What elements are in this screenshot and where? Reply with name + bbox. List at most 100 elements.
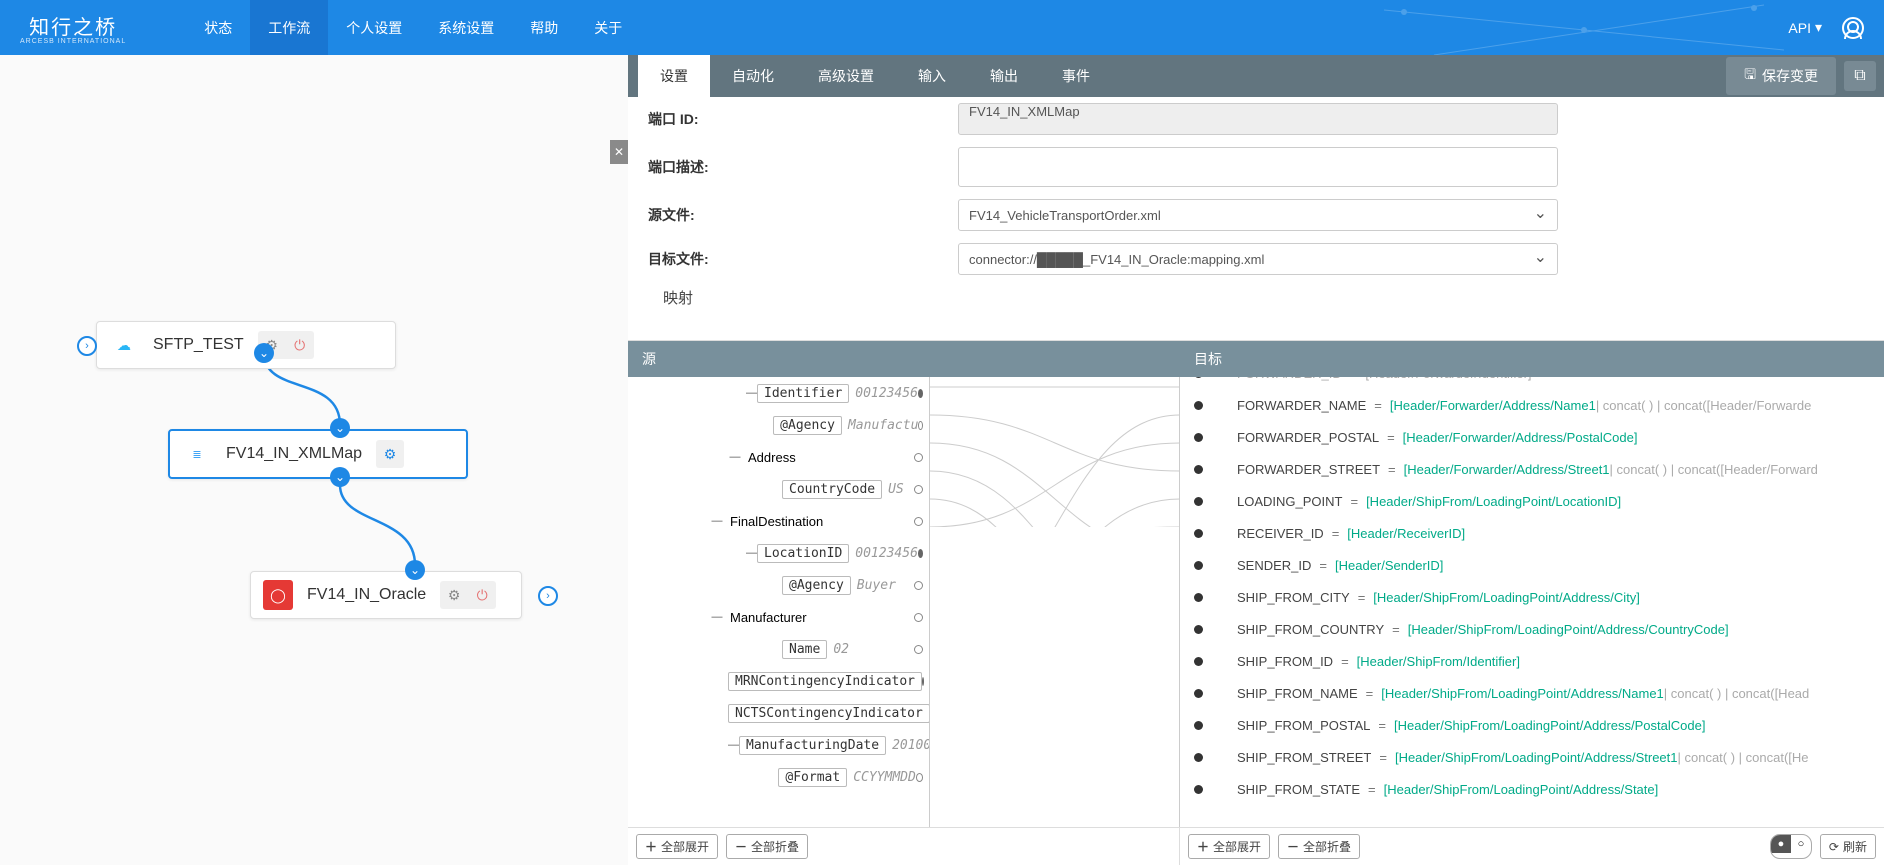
tree-toggle-icon[interactable]: — xyxy=(710,611,724,623)
tree-row[interactable]: —ManufacturingDate20100 xyxy=(628,729,929,761)
user-icon[interactable] xyxy=(1842,17,1864,39)
gear-icon[interactable]: ⚙ xyxy=(443,584,465,606)
target-row[interactable]: RECEIVER_ID = [Header/ReceiverID] xyxy=(1180,517,1884,549)
connection-dot[interactable] xyxy=(1194,377,1203,378)
tab-5[interactable]: 事件 xyxy=(1040,55,1112,97)
port-out-right[interactable]: › xyxy=(538,586,558,606)
connection-dot[interactable] xyxy=(918,421,923,430)
tab-3[interactable]: 输入 xyxy=(896,55,968,97)
connection-dot[interactable] xyxy=(918,549,923,558)
target-row[interactable]: LOADING_POINT = [Header/ShipFrom/Loading… xyxy=(1180,485,1884,517)
connection-dot[interactable] xyxy=(1194,721,1203,730)
nav-item-0[interactable]: 状态 xyxy=(186,0,250,55)
port-in-top[interactable]: ⌄ xyxy=(330,418,350,438)
tree-row[interactable]: Name02 xyxy=(628,633,929,665)
tree-row[interactable]: @AgencyManufactu xyxy=(628,409,929,441)
tree-row[interactable]: NCTSContingencyIndicator xyxy=(628,697,929,729)
target-tree[interactable]: FORWARDER_ID = [Header/Forwarder/Identif… xyxy=(1180,377,1884,827)
refresh-button[interactable]: ⟳刷新 xyxy=(1820,834,1876,859)
tree-row[interactable]: CountryCodeUS xyxy=(628,473,929,505)
connection-dot[interactable] xyxy=(1194,561,1203,570)
gear-icon[interactable]: ⚙ xyxy=(379,443,401,465)
connection-dot[interactable] xyxy=(922,677,924,686)
tree-toggle-icon[interactable]: — xyxy=(728,739,739,751)
collapse-all-target-button[interactable]: －全部折叠 xyxy=(1278,834,1360,859)
target-row[interactable]: SHIP_FROM_STREET = [Header/ShipFrom/Load… xyxy=(1180,741,1884,773)
connection-dot[interactable] xyxy=(1194,625,1203,634)
nav-item-1[interactable]: 工作流 xyxy=(250,0,328,55)
connection-dot[interactable] xyxy=(914,581,923,590)
connection-dot[interactable] xyxy=(1194,785,1203,794)
save-button[interactable]: 🖫 保存变更 xyxy=(1726,57,1836,95)
connection-dot[interactable] xyxy=(1194,657,1203,666)
flow-node-sftp[interactable]: ☁ SFTP_TEST ⚙ ⏻ xyxy=(96,321,396,369)
expand-all-target-button[interactable]: ＋全部展开 xyxy=(1188,834,1270,859)
power-icon[interactable]: ⏻ xyxy=(471,584,493,606)
target-field: FORWARDER_NAME xyxy=(1237,398,1366,413)
connection-dot[interactable] xyxy=(914,485,923,494)
tree-row[interactable]: —Manufacturer xyxy=(628,601,929,633)
connection-dot[interactable] xyxy=(914,453,923,462)
port-in-top[interactable]: ⌄ xyxy=(405,560,425,580)
target-row[interactable]: FORWARDER_NAME = [Header/Forwarder/Addre… xyxy=(1180,389,1884,421)
port-desc-input[interactable] xyxy=(958,147,1558,187)
target-row[interactable]: SHIP_FROM_NAME = [Header/ShipFrom/Loadin… xyxy=(1180,677,1884,709)
connection-dot[interactable] xyxy=(1194,689,1203,698)
connection-dot[interactable] xyxy=(1194,529,1203,538)
tree-row[interactable]: —LocationID00123456 xyxy=(628,537,929,569)
source-tree[interactable]: —Identifier00123456@AgencyManufactu—Addr… xyxy=(628,377,930,827)
port-out-bottom[interactable]: ⌄ xyxy=(254,343,274,363)
port-in-left[interactable]: › xyxy=(77,336,97,356)
connection-dot[interactable] xyxy=(916,773,923,782)
tree-toggle-icon[interactable]: — xyxy=(746,387,757,399)
workflow-canvas[interactable]: ✕ ☁ SFTP_TEST ⚙ ⏻ › ⌄ ≣ FV14_IN_XMLMap ⚙… xyxy=(0,55,628,865)
tree-toggle-icon[interactable]: — xyxy=(746,547,757,559)
port-out-bottom[interactable]: ⌄ xyxy=(330,467,350,487)
popout-icon[interactable]: ⧉ xyxy=(1844,61,1876,91)
connection-dot[interactable] xyxy=(914,613,923,622)
tab-0[interactable]: 设置 xyxy=(638,55,710,97)
tree-row[interactable]: @FormatCCYYMMDD xyxy=(628,761,929,793)
connection-dot[interactable] xyxy=(1194,401,1203,410)
tree-row[interactable]: MRNContingencyIndicator xyxy=(628,665,929,697)
connection-dot[interactable] xyxy=(914,645,923,654)
view-toggle[interactable]: ●○ xyxy=(1770,834,1812,859)
collapse-all-source-button[interactable]: －全部折叠 xyxy=(726,834,808,859)
tree-toggle-icon[interactable]: — xyxy=(728,451,742,463)
power-icon[interactable]: ⏻ xyxy=(289,334,311,356)
tab-4[interactable]: 输出 xyxy=(968,55,1040,97)
tree-toggle-icon[interactable]: — xyxy=(710,515,724,527)
connection-dot[interactable] xyxy=(1194,433,1203,442)
expand-all-source-button[interactable]: ＋全部展开 xyxy=(636,834,718,859)
connection-dot[interactable] xyxy=(1194,753,1203,762)
connection-dot[interactable] xyxy=(1194,465,1203,474)
nav-item-3[interactable]: 系统设置 xyxy=(420,0,512,55)
target-row[interactable]: SHIP_FROM_STATE = [Header/ShipFrom/Loadi… xyxy=(1180,773,1884,805)
connection-dot[interactable] xyxy=(1194,593,1203,602)
connection-dot[interactable] xyxy=(918,389,923,398)
api-dropdown[interactable]: API ▾ xyxy=(1788,19,1822,36)
nav-item-5[interactable]: 关于 xyxy=(576,0,640,55)
tree-row[interactable]: @AgencyBuyer xyxy=(628,569,929,601)
target-row[interactable]: FORWARDER_ID = [Header/Forwarder/Identif… xyxy=(1180,377,1884,389)
target-row[interactable]: SHIP_FROM_COUNTRY = [Header/ShipFrom/Loa… xyxy=(1180,613,1884,645)
tree-row[interactable]: —Identifier00123456 xyxy=(628,377,929,409)
target-row[interactable]: SHIP_FROM_POSTAL = [Header/ShipFrom/Load… xyxy=(1180,709,1884,741)
nav-item-4[interactable]: 帮助 xyxy=(512,0,576,55)
connection-dot[interactable] xyxy=(1194,497,1203,506)
nav-item-2[interactable]: 个人设置 xyxy=(328,0,420,55)
tree-row[interactable]: —FinalDestination xyxy=(628,505,929,537)
tab-2[interactable]: 高级设置 xyxy=(796,55,896,97)
connection-dot[interactable] xyxy=(914,517,923,526)
target-file-select[interactable]: connector://█████_FV14_IN_Oracle:mapping… xyxy=(958,243,1558,275)
flow-node-xmlmap[interactable]: ≣ FV14_IN_XMLMap ⚙ xyxy=(168,429,468,479)
target-row[interactable]: SHIP_FROM_ID = [Header/ShipFrom/Identifi… xyxy=(1180,645,1884,677)
target-row[interactable]: FORWARDER_POSTAL = [Header/Forwarder/Add… xyxy=(1180,421,1884,453)
target-row[interactable]: SHIP_FROM_CITY = [Header/ShipFrom/Loadin… xyxy=(1180,581,1884,613)
target-row[interactable]: FORWARDER_STREET = [Header/Forwarder/Add… xyxy=(1180,453,1884,485)
target-row[interactable]: SENDER_ID = [Header/SenderID] xyxy=(1180,549,1884,581)
tab-1[interactable]: 自动化 xyxy=(710,55,796,97)
flow-node-oracle[interactable]: ◯ FV14_IN_Oracle ⚙ ⏻ xyxy=(250,571,522,619)
source-file-select[interactable]: FV14_VehicleTransportOrder.xml xyxy=(958,199,1558,231)
tree-row[interactable]: —Address xyxy=(628,441,929,473)
